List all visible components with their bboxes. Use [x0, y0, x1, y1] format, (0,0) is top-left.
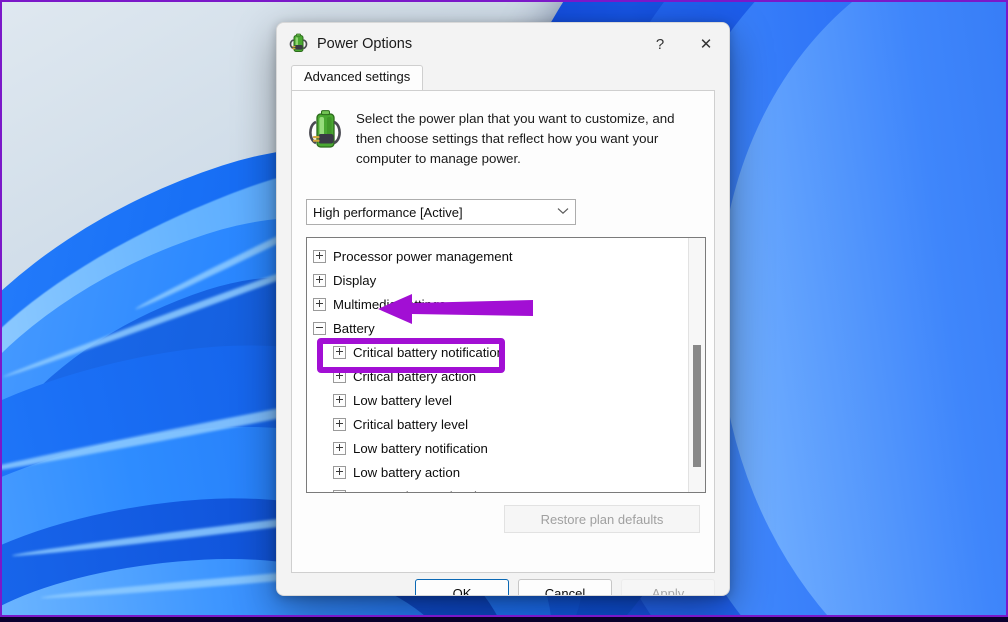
expand-plus-icon[interactable] — [333, 369, 346, 383]
dialog-titlebar[interactable]: Power Options ? ✕ — [277, 23, 729, 65]
expand-plus-icon[interactable] — [333, 489, 346, 492]
tree-item-multimedia-settings[interactable]: Multimedia settings — [313, 292, 705, 316]
expand-plus-icon[interactable] — [333, 465, 346, 479]
expand-plus-icon[interactable] — [313, 249, 326, 263]
restore-plan-defaults-button[interactable]: Restore plan defaults — [504, 505, 700, 533]
tree-item-label: Low battery notification — [353, 440, 488, 456]
expand-plus-icon[interactable] — [333, 441, 346, 455]
tree-item-low-battery-action[interactable]: Low battery action — [313, 460, 705, 484]
tree-item-reserve-battery-level[interactable]: Reserve battery level — [313, 484, 705, 493]
description-row: Select the power plan that you want to c… — [292, 91, 714, 170]
tree-item-label: Processor power management — [333, 248, 513, 264]
tabstrip: Advanced settings — [277, 65, 729, 90]
apply-button[interactable]: Apply — [621, 579, 715, 595]
tree-item-processor-power-management[interactable]: Processor power management — [313, 244, 705, 268]
power-settings-tree[interactable]: Processor power management Display Multime… — [306, 237, 706, 493]
expand-plus-icon[interactable] — [333, 393, 346, 407]
collapse-minus-icon[interactable] — [313, 321, 326, 335]
tab-advanced-settings[interactable]: Advanced settings — [291, 65, 424, 90]
tree-item-label: Battery — [333, 320, 375, 336]
tree-item-battery[interactable]: Battery — [313, 316, 705, 340]
ok-button[interactable]: OK — [415, 579, 509, 595]
tree-item-label: Reserve battery level — [353, 489, 477, 493]
expand-plus-icon[interactable] — [313, 297, 326, 311]
expand-plus-icon[interactable] — [333, 345, 346, 359]
chevron-down-icon — [557, 206, 569, 218]
tree-item-critical-battery-notification[interactable]: Critical battery notification — [313, 340, 705, 364]
tree-item-label: Critical battery action — [353, 368, 477, 384]
expand-plus-icon[interactable] — [313, 273, 326, 287]
help-button[interactable]: ? — [637, 23, 683, 65]
tree-item-low-battery-level[interactable]: Low battery level — [313, 388, 705, 412]
battery-plug-icon — [287, 33, 309, 55]
expand-plus-icon[interactable] — [333, 417, 346, 431]
description-text: Select the power plan that you want to c… — [356, 111, 675, 167]
tree-item-low-battery-notification[interactable]: Low battery notification — [313, 436, 705, 460]
tree-item-label: Low battery level — [353, 392, 452, 408]
tab-panel-advanced-settings: Select the power plan that you want to c… — [291, 90, 715, 573]
battery-plug-icon — [306, 107, 344, 159]
dialog-title: Power Options — [317, 36, 413, 52]
power-plan-value: High performance [Active] — [313, 204, 463, 220]
tree-item-critical-battery-action[interactable]: Critical battery action — [313, 364, 705, 388]
tree-item-label: Multimedia settings — [333, 296, 446, 312]
tree-item-display[interactable]: Display — [313, 268, 705, 292]
tree-item-label: Low battery action — [353, 464, 461, 480]
close-button[interactable]: ✕ — [683, 23, 729, 65]
power-options-dialog: Power Options ? ✕ Advanced settings Sele… — [276, 22, 730, 596]
dialog-footer: OK Cancel Apply — [277, 579, 729, 595]
tree-item-label: Critical battery level — [353, 416, 469, 432]
power-plan-select[interactable]: High performance [Active] — [306, 199, 576, 225]
tree-scrollbar-track[interactable] — [688, 238, 705, 492]
tree-list: Processor power management Display Multime… — [307, 238, 705, 493]
tree-scrollbar-thumb[interactable] — [693, 344, 701, 467]
tree-item-label: Critical battery notification — [353, 344, 504, 360]
tree-item-label: Display — [333, 272, 377, 288]
cancel-button[interactable]: Cancel — [518, 579, 612, 595]
tree-item-critical-battery-level[interactable]: Critical battery level — [313, 412, 705, 436]
